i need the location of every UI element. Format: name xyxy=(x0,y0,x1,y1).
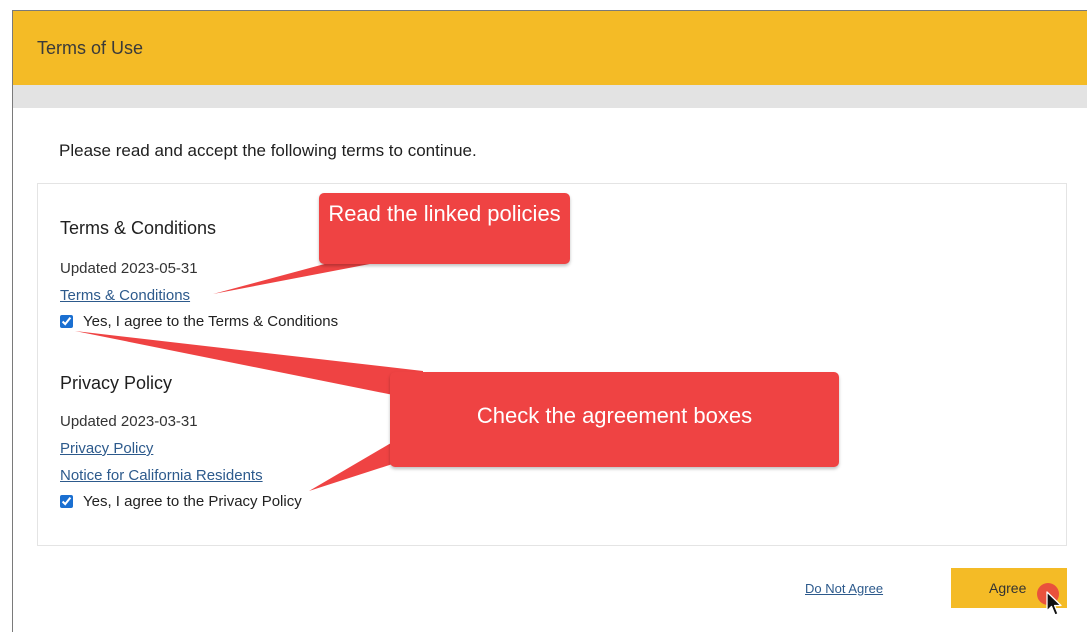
dialog-title: Terms of Use xyxy=(37,38,144,58)
do-not-agree-link[interactable]: Do Not Agree xyxy=(805,581,883,596)
terms-of-use-dialog: Terms of Use Please read and accept the … xyxy=(12,10,1087,632)
intro-text: Please read and accept the following ter… xyxy=(59,141,477,160)
privacy-agree-row[interactable]: Yes, I agree to the Privacy Policy xyxy=(60,493,302,510)
mouse-pointer-icon xyxy=(1046,591,1062,616)
dialog-header: Terms of Use xyxy=(13,11,1087,85)
callout-check-boxes: Check the agreement boxes xyxy=(390,372,839,467)
privacy-agree-checkbox[interactable] xyxy=(60,495,73,508)
header-divider-band xyxy=(13,85,1087,108)
callout-read-policies: Read the linked policies xyxy=(319,193,570,264)
privacy-policy-link[interactable]: Privacy Policy xyxy=(60,440,153,457)
terms-agree-row[interactable]: Yes, I agree to the Terms & Conditions xyxy=(60,313,338,330)
terms-updated-date: Updated 2023-05-31 xyxy=(60,260,198,277)
california-notice-link[interactable]: Notice for California Residents xyxy=(60,467,263,484)
privacy-updated-date: Updated 2023-03-31 xyxy=(60,413,198,430)
privacy-agree-label: Yes, I agree to the Privacy Policy xyxy=(83,493,302,510)
terms-section-title: Terms & Conditions xyxy=(60,218,217,238)
terms-agree-label: Yes, I agree to the Terms & Conditions xyxy=(83,313,339,330)
terms-conditions-link[interactable]: Terms & Conditions xyxy=(60,287,190,304)
privacy-section-title: Privacy Policy xyxy=(60,373,173,393)
terms-agree-checkbox[interactable] xyxy=(60,315,73,328)
